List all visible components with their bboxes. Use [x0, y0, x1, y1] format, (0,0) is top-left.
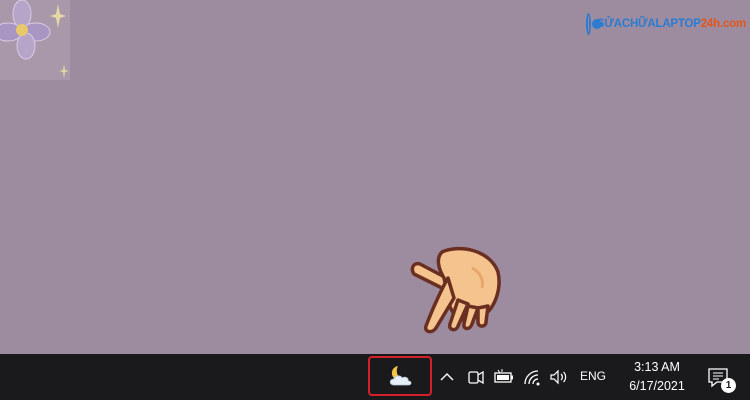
brand-name: SỬACHỮALAPTOP24h.com — [596, 18, 746, 30]
cloudy-night-icon — [389, 366, 412, 386]
notification-count-badge: 1 — [721, 378, 736, 393]
taskbar: ENG 3:13 AM 6/17/2021 1 — [0, 354, 750, 400]
meet-now-button[interactable] — [465, 366, 487, 388]
clock-date-button[interactable]: 3:13 AM 6/17/2021 — [612, 358, 702, 396]
battery-icon — [494, 369, 513, 383]
show-hidden-icons-button[interactable] — [436, 366, 458, 388]
chevron-up-icon — [440, 373, 454, 381]
action-center-button[interactable]: 1 — [704, 364, 738, 394]
desktop: SỬACHỮALAPTOP24h.com — [0, 0, 750, 354]
camera-icon — [468, 370, 484, 385]
battery-button[interactable] — [493, 366, 515, 388]
news-and-interests-weather-button[interactable] — [368, 356, 432, 396]
wallpaper-flower-icon — [0, 0, 70, 80]
wifi-icon — [524, 370, 540, 386]
clock-date: 6/17/2021 — [629, 379, 685, 393]
clock-time: 3:13 AM — [634, 360, 680, 374]
pointing-hand-icon — [410, 246, 501, 334]
volume-button[interactable] — [548, 366, 570, 388]
watermark-logo: SỬACHỮALAPTOP24h.com — [586, 10, 746, 38]
input-language-indicator[interactable]: ENG — [580, 369, 606, 383]
speaker-icon — [550, 369, 567, 385]
brand-logo-icon — [586, 13, 602, 35]
network-button[interactable] — [521, 366, 543, 388]
